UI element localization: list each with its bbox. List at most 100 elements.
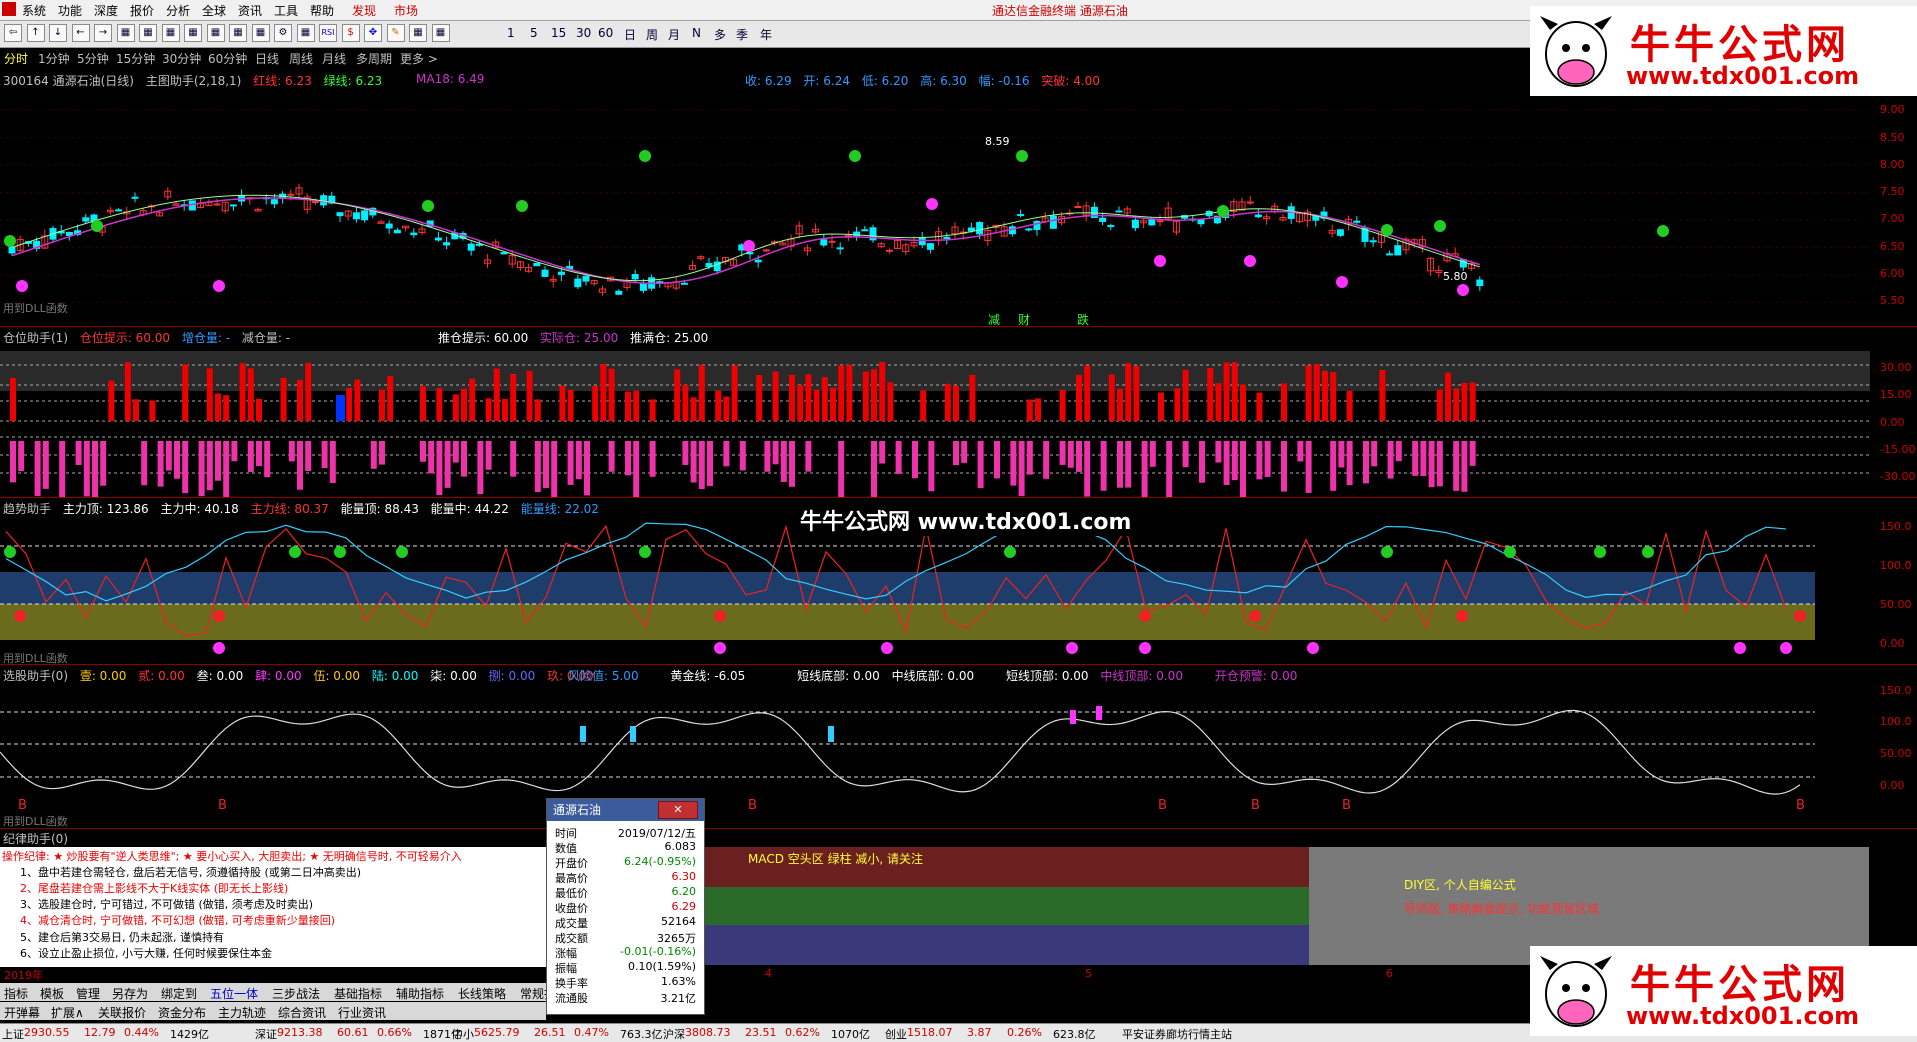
dollar-icon[interactable]: $: [341, 24, 360, 42]
trend-panel-title[interactable]: 趋势助手: [3, 502, 51, 516]
rsi-icon[interactable]: RSI: [319, 24, 337, 42]
period-tab-30min[interactable]: 30分钟: [162, 50, 201, 67]
candlestick-chart[interactable]: [0, 86, 1870, 326]
trend-chart[interactable]: [0, 516, 1870, 664]
period-tab-60min[interactable]: 60分钟: [208, 50, 247, 67]
cycle-month-button[interactable]: 月: [668, 26, 680, 43]
position-bar-neg: [608, 441, 615, 472]
position-bar-neg: [182, 441, 189, 494]
indicator-tab-0[interactable]: 指标: [4, 985, 28, 1002]
period-tab-more[interactable]: 更多 >: [400, 50, 438, 67]
discipline-panel-title[interactable]: 纪律助手(0): [3, 830, 68, 846]
menu-tools[interactable]: 工具: [274, 2, 298, 19]
indicator-tab-8[interactable]: 辅助指标: [396, 985, 444, 1002]
indicator-tab-4[interactable]: 绑定到: [161, 985, 197, 1002]
candle: [1107, 223, 1115, 231]
select-item-2: 贰: 0.00: [138, 669, 185, 683]
grid-icon[interactable]: ▦: [184, 24, 202, 42]
period-30-button[interactable]: 30: [576, 26, 591, 40]
cycle-n-button[interactable]: N: [692, 26, 701, 40]
tooltip-row: 成交额 3265万: [547, 930, 704, 945]
indicator-tab-6[interactable]: 三步战法: [272, 985, 320, 1002]
period-1-button[interactable]: 1: [507, 26, 515, 40]
cycle-week-button[interactable]: 周: [646, 26, 658, 43]
close-button[interactable]: ✕: [658, 801, 698, 819]
period-tab-week[interactable]: 周线: [289, 50, 313, 67]
right-arrow-icon[interactable]: →: [94, 24, 112, 42]
window-icon[interactable]: ▦: [229, 24, 247, 42]
trend-warn-icon: [213, 642, 225, 654]
indicator-tab-1[interactable]: 模板: [40, 985, 64, 1002]
candle: [385, 220, 393, 234]
extension-tab-6[interactable]: 行业资讯: [338, 1004, 386, 1021]
back-icon[interactable]: ⇦: [4, 24, 22, 42]
menu-depth[interactable]: 深度: [94, 2, 118, 19]
cycle-day-button[interactable]: 日: [624, 26, 636, 43]
indicator-tab-7[interactable]: 基础指标: [334, 985, 382, 1002]
period-tab-month[interactable]: 月线: [322, 50, 346, 67]
period-tab-1min[interactable]: 1分钟: [38, 50, 70, 67]
down-arrow-icon[interactable]: ↓: [49, 24, 67, 42]
indicator-tab-9[interactable]: 长线策略: [458, 985, 506, 1002]
tooltip-title[interactable]: 通源石油 ✕: [547, 799, 704, 821]
cycle-year-button[interactable]: 年: [760, 26, 772, 43]
extension-tab-4[interactable]: 主力轨迹: [218, 1004, 266, 1021]
broker-name[interactable]: 平安证券廊坊行情主站: [1122, 1026, 1232, 1042]
period-15-button[interactable]: 15: [551, 26, 566, 40]
list-icon[interactable]: ▦: [206, 24, 225, 42]
indicator-tab-5[interactable]: 五位一体: [210, 985, 258, 1002]
extension-tab-2[interactable]: 关联报价: [98, 1004, 146, 1021]
fs-icon[interactable]: ▦: [409, 24, 427, 42]
bar-icon[interactable]: ▦: [139, 24, 157, 42]
position-chart[interactable]: [0, 345, 1870, 497]
period-tab-multi[interactable]: 多周期: [356, 50, 392, 67]
menu-news[interactable]: 资讯: [238, 2, 262, 19]
menu-system[interactable]: 系统: [22, 2, 46, 19]
buy-signal-icon: [849, 150, 861, 162]
period-60-button[interactable]: 60: [598, 26, 613, 40]
cycle-season-button[interactable]: 季: [736, 26, 748, 43]
menu-market[interactable]: 市场: [394, 2, 418, 19]
move-icon[interactable]: ✥: [364, 24, 382, 42]
up-arrow-icon[interactable]: ↑: [26, 24, 45, 42]
period-tab-timeshare[interactable]: 分时: [4, 50, 28, 67]
menu-global[interactable]: 全球: [202, 2, 226, 19]
left-arrow-icon[interactable]: ←: [71, 24, 90, 42]
gear-icon[interactable]: ⚙: [274, 24, 292, 42]
image-icon[interactable]: ▦: [431, 24, 450, 42]
menu-quote[interactable]: 报价: [130, 2, 154, 19]
position-bar-neg: [223, 441, 230, 497]
indicator-tab-2[interactable]: 管理: [76, 985, 100, 1002]
tooltip-value: 1.63%: [661, 975, 696, 988]
extension-tab-3[interactable]: 资金分布: [158, 1004, 206, 1021]
menu-analysis[interactable]: 分析: [166, 2, 190, 19]
position-bar: [1305, 365, 1312, 421]
position-bar: [682, 384, 689, 421]
period-tab-5min[interactable]: 5分钟: [77, 50, 109, 67]
select-panel-title[interactable]: 选股助手(0): [3, 669, 68, 683]
line-icon[interactable]: ▦: [296, 24, 315, 42]
diy-desc: 导师版, 策略解盘提示, 功能预留区域: [1404, 902, 1600, 916]
extension-tab-5[interactable]: 综合资讯: [278, 1004, 326, 1021]
chart-icon[interactable]: ▦: [116, 24, 135, 42]
select-chart[interactable]: BBBBBBB: [0, 682, 1870, 812]
extension-tab-1[interactable]: 扩展∧: [51, 1004, 84, 1021]
period-5-button[interactable]: 5: [530, 26, 538, 40]
period-tab-day[interactable]: 日线: [255, 50, 279, 67]
indicator-tab-3[interactable]: 另存为: [112, 985, 148, 1002]
buy-signal-icon: [1016, 150, 1028, 162]
menu-discover[interactable]: 发现: [352, 2, 376, 19]
tile-icon[interactable]: ▦: [251, 24, 270, 42]
menu-function[interactable]: 功能: [58, 2, 82, 19]
cycle-multi-button[interactable]: 多: [714, 26, 726, 43]
select-tick: 100.0: [1880, 715, 1912, 728]
extension-tab-0[interactable]: 开弹幕: [4, 1004, 40, 1021]
pen-icon[interactable]: ✎: [386, 24, 405, 42]
menu-help[interactable]: 帮助: [310, 2, 334, 19]
discipline-header: 操作纪律: ★ 炒股要有"逆人类思维"; ★ 要小心买入, 大胆卖出; ★ 无明…: [2, 850, 462, 863]
period-tab-15min[interactable]: 15分钟: [116, 50, 155, 67]
position-bar: [789, 374, 795, 421]
position-panel-title[interactable]: 仓位助手(1): [3, 331, 68, 345]
table-icon[interactable]: ▦: [161, 24, 180, 42]
position-bar-neg: [1297, 441, 1304, 462]
